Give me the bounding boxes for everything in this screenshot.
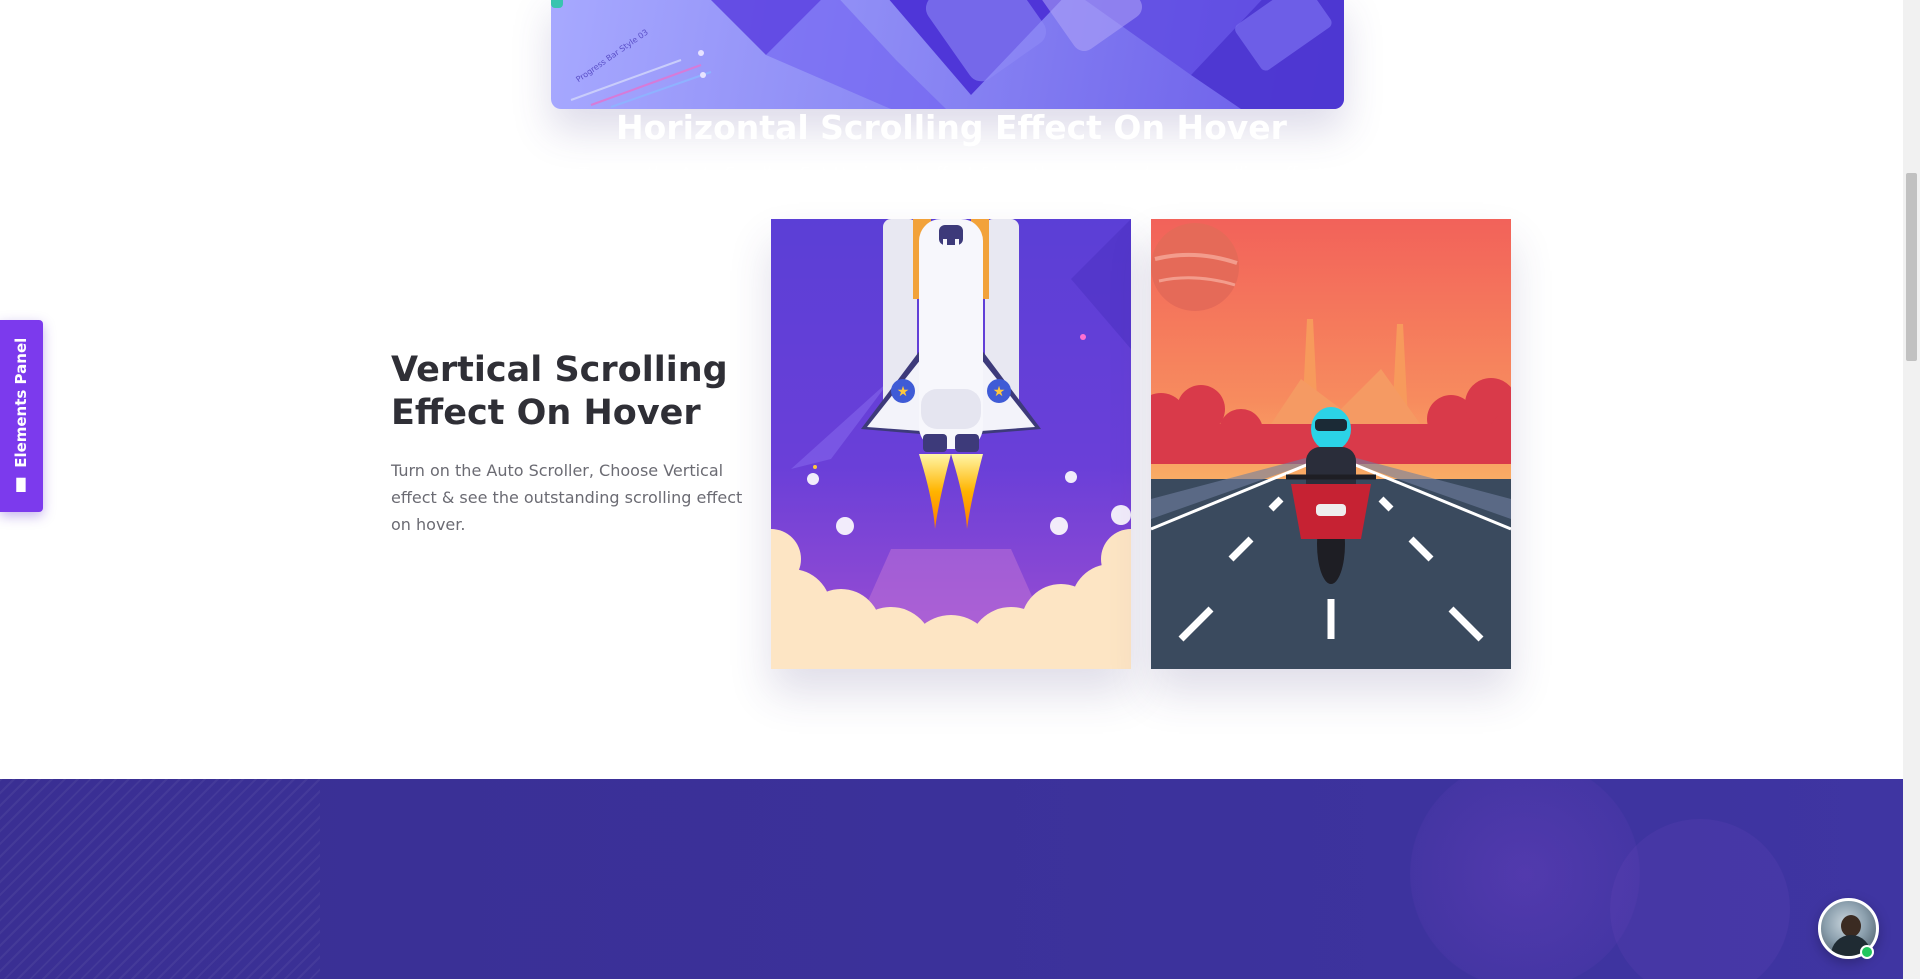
avatar-head (1841, 915, 1861, 937)
heading-line-1: Vertical Scrolling (391, 350, 728, 390)
decorative-stripes (0, 779, 320, 979)
rocket-illustration[interactable]: ★ ★ (771, 219, 1131, 669)
svg-text:★: ★ (897, 384, 910, 400)
horizontal-section-heading: Horizontal Scrolling Effect On Hover (616, 108, 1287, 147)
decorative-circle (1410, 779, 1640, 979)
svg-text:★: ★ (993, 384, 1006, 400)
page-scrollbar[interactable] (1903, 0, 1920, 979)
elements-panel-label: Elements Panel (12, 337, 30, 468)
preview-image-card: Progress Bar Style 03 (551, 0, 1344, 109)
elements-panel-tab[interactable]: ▐▌ Elements Panel (0, 320, 43, 512)
vertical-section-description: Turn on the Auto Scroller, Choose Vertic… (391, 461, 743, 534)
scrollbar-thumb[interactable] (1906, 173, 1917, 361)
motorbike-illustration[interactable] (1151, 219, 1511, 669)
online-status-indicator (1860, 945, 1874, 959)
horizontal-scrolling-section (0, 779, 1903, 979)
heading-line-2: Effect On Hover (391, 393, 701, 433)
horizontal-section-description: Turn on the Auto Scroller, Set Horizonta… (579, 164, 1324, 184)
vertical-section-heading: Vertical Scrolling Effect On Hover (391, 349, 751, 435)
bar-chart-icon: ▐▌ (11, 478, 31, 493)
decorative-circle (1610, 819, 1790, 979)
